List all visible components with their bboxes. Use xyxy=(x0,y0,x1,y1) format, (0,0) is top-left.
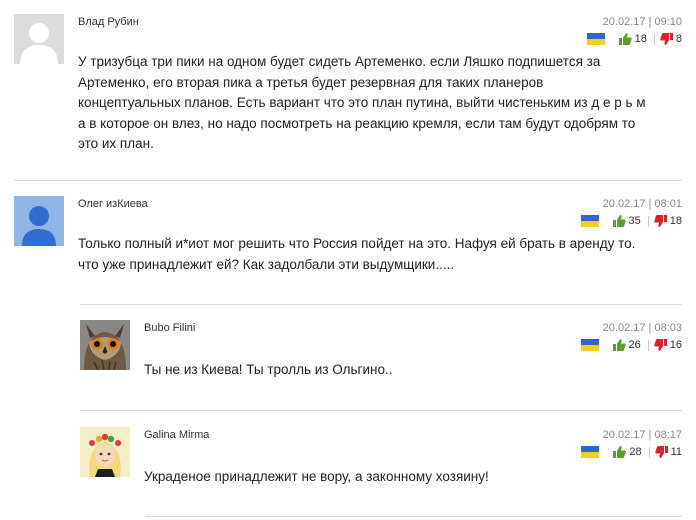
comment-author[interactable]: Bubo Filini xyxy=(144,322,195,334)
girl-avatar-image xyxy=(80,427,130,477)
dislike-button[interactable]: 16 xyxy=(654,339,682,351)
vote-divider xyxy=(648,446,650,458)
like-button[interactable]: 18 xyxy=(618,33,647,45)
like-count: 35 xyxy=(628,215,641,227)
comment: Олег изКиева 20.02.17 | 08:01 35 18 Толь… xyxy=(14,196,682,296)
avatar[interactable] xyxy=(80,320,130,370)
thumbs-down-icon xyxy=(654,339,667,351)
dislike-count: 18 xyxy=(669,215,682,227)
vote-divider xyxy=(647,339,649,351)
comment-text-line: а в которое он влез, но надо посмотреть … xyxy=(78,115,636,131)
ukraine-flag-icon xyxy=(580,215,599,227)
avatar[interactable] xyxy=(80,427,130,477)
dislike-button[interactable]: 8 xyxy=(660,33,682,45)
comment-date: 20.02.17 | 08:03 xyxy=(602,322,682,334)
comment-divider xyxy=(146,516,682,517)
comment-author[interactable]: Олег изКиева xyxy=(78,198,148,210)
reply-comment: Galina Mirma 20.02.17 | 08:17 28 11 Укра… xyxy=(80,427,682,507)
comment-author[interactable]: Galina Mirma xyxy=(144,429,209,441)
comment-text-line: Ты не из Киева! Ты тролль из Ольгино.. xyxy=(144,362,393,377)
like-count: 18 xyxy=(634,33,647,45)
dislike-button[interactable]: 11 xyxy=(654,446,682,458)
like-button[interactable]: 35 xyxy=(612,215,641,227)
dislike-count: 11 xyxy=(670,446,682,458)
comment-text: Украденое принадлежит не вору, а законно… xyxy=(144,467,682,488)
comment-text-line: что уже принадлежит ей? Как задолбали эт… xyxy=(78,256,455,272)
dislike-button[interactable]: 18 xyxy=(654,215,682,227)
thumbs-down-icon xyxy=(654,446,668,458)
comment-divider xyxy=(14,180,682,181)
like-count: 26 xyxy=(628,339,641,351)
comment-date: 20.02.17 | 09:10 xyxy=(602,16,682,28)
comment-text-line: Артеменко, его вторая пика а третья буде… xyxy=(78,74,544,90)
avatar[interactable] xyxy=(14,196,64,246)
vote-bar: 35 18 xyxy=(580,215,682,227)
owl-avatar-image xyxy=(80,320,130,370)
comment-text: Ты не из Киева! Ты тролль из Ольгино.. xyxy=(144,360,682,381)
reply-comment: Bubo Filini 20.02.17 | 08:03 26 16 Ты не… xyxy=(80,320,682,400)
thumbs-up-icon xyxy=(618,33,632,45)
comment-text-line: Украденое принадлежит не вору, а законно… xyxy=(144,469,489,484)
default-user-icon xyxy=(14,14,64,64)
comment-text-line: У тризубца три пики на одном будет сидет… xyxy=(78,54,601,69)
default-user-icon xyxy=(14,196,64,246)
comment-text-line: это их план. xyxy=(78,136,154,151)
dislike-count: 16 xyxy=(669,339,682,351)
like-button[interactable]: 28 xyxy=(613,446,642,458)
comment-divider xyxy=(80,410,682,411)
comment-text: Только полный и*иот мог решить что Росси… xyxy=(78,234,682,275)
comment-divider xyxy=(80,304,682,305)
thumbs-up-icon xyxy=(613,446,627,458)
avatar[interactable] xyxy=(14,14,64,64)
dislike-count: 8 xyxy=(675,33,682,45)
vote-divider xyxy=(653,33,655,45)
ukraine-flag-icon xyxy=(581,446,600,458)
vote-bar: 26 16 xyxy=(580,339,682,351)
comment-text-line: Только полный и*иот мог решить что Росси… xyxy=(78,236,636,251)
comment: Влад Рубин 20.02.17 | 09:10 18 8 У тризу… xyxy=(14,14,682,164)
like-button[interactable]: 26 xyxy=(612,339,641,351)
comment-text: У тризубца три пики на одном будет сидет… xyxy=(78,52,682,155)
thumbs-down-icon xyxy=(660,33,673,45)
vote-bar: 18 8 xyxy=(586,33,682,45)
ukraine-flag-icon xyxy=(580,339,599,351)
thumbs-up-icon xyxy=(612,215,626,227)
vote-divider xyxy=(647,215,649,227)
comment-date: 20.02.17 | 08:01 xyxy=(602,198,682,210)
ukraine-flag-icon xyxy=(586,33,605,45)
vote-bar: 28 11 xyxy=(581,446,682,458)
comment-date: 20.02.17 | 08:17 xyxy=(602,429,682,441)
like-count: 28 xyxy=(629,446,642,458)
comment-text-line: концептуальных планов. Есть вариант что … xyxy=(78,95,646,110)
comment-author[interactable]: Влад Рубин xyxy=(78,16,139,28)
thumbs-down-icon xyxy=(654,215,667,227)
thumbs-up-icon xyxy=(612,339,626,351)
